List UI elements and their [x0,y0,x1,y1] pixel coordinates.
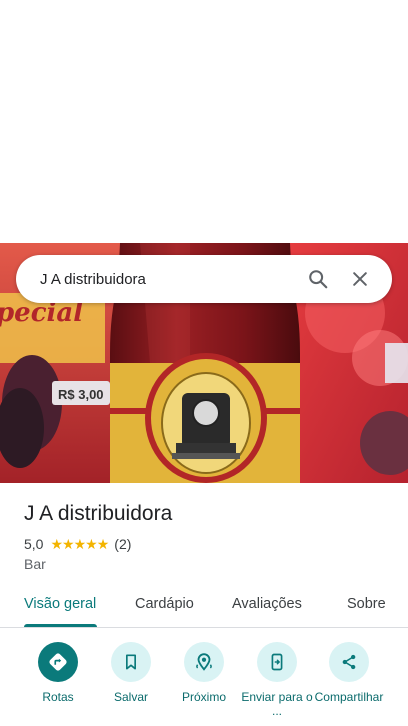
directions-icon [38,642,78,682]
star-icon: ★ [62,536,75,552]
search-icon[interactable] [300,261,336,297]
send-to-phone-icon [257,642,297,682]
share-label: Compartilhar [314,690,384,704]
review-count[interactable]: (2) [114,536,131,552]
tab-reviews[interactable]: Avaliações [232,596,302,612]
map-area[interactable] [0,0,408,243]
share-icon [329,642,369,682]
rating-stars: ★ ★ ★ ★ ★ [50,536,110,552]
search-input[interactable]: J A distribuidora [40,271,294,288]
send-to-phone-button[interactable]: Enviar para o ... [237,642,317,718]
photo-price-text: R$ 3,00 [58,387,104,402]
star-icon: ★ [50,536,63,552]
nearby-icon [184,642,224,682]
star-icon: ★ [96,536,110,552]
star-icon: ★ [85,536,98,552]
rating-value: 5,0 [24,536,44,552]
close-icon[interactable] [342,261,378,297]
directions-button[interactable]: Rotas [18,642,98,704]
rating-row[interactable]: 5,0 ★ ★ ★ ★ ★ (2) [24,536,131,552]
search-bar[interactable]: J A distribuidora [16,255,392,303]
send-to-phone-label: Enviar para o ... [241,690,313,718]
tab-overview[interactable]: Visão geral [24,596,96,612]
place-title: J A distribuidora [24,502,173,525]
nearby-label: Próximo [181,690,226,704]
share-button[interactable]: Compartilhar [309,642,389,704]
tab-bar: Visão geral Cardápio Avaliações Sobre [0,586,408,628]
maps-place-sheet: pecial R$ 3,00 J A distribuidora J A dis… [0,0,408,726]
star-icon: ★ [73,536,87,552]
bookmark-icon [111,642,151,682]
directions-label: Rotas [42,690,74,704]
save-button[interactable]: Salvar [91,642,171,704]
tab-about[interactable]: Sobre [347,596,386,612]
place-category[interactable]: Bar [24,556,46,572]
nearby-button[interactable]: Próximo [164,642,244,704]
tab-menu[interactable]: Cardápio [135,596,194,612]
active-tab-indicator [24,624,97,627]
save-label: Salvar [113,690,148,704]
